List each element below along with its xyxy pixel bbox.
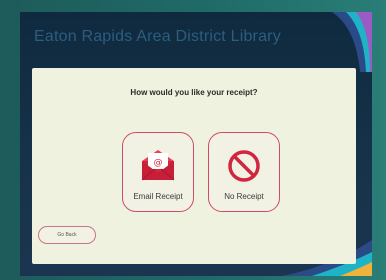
go-back-button[interactable]: Go Back xyxy=(38,226,96,244)
library-title: Eaton Rapids Area District Library xyxy=(34,28,281,45)
decorative-swoosh-icon xyxy=(332,12,372,72)
no-receipt-button[interactable]: No Receipt xyxy=(208,132,280,212)
no-receipt-label: No Receipt xyxy=(224,192,264,201)
prohibited-icon xyxy=(228,150,260,182)
kiosk-screen: Eaton Rapids Area District Library How w… xyxy=(20,12,372,276)
receipt-dialog: How would you like your receipt? @ Email… xyxy=(32,68,356,264)
email-envelope-icon: @ xyxy=(141,150,175,181)
email-receipt-button[interactable]: @ Email Receipt xyxy=(122,132,194,212)
email-receipt-label: Email Receipt xyxy=(133,192,183,201)
receipt-prompt: How would you like your receipt? xyxy=(130,88,258,97)
footer-bar xyxy=(28,264,228,274)
svg-text:@: @ xyxy=(154,158,163,168)
